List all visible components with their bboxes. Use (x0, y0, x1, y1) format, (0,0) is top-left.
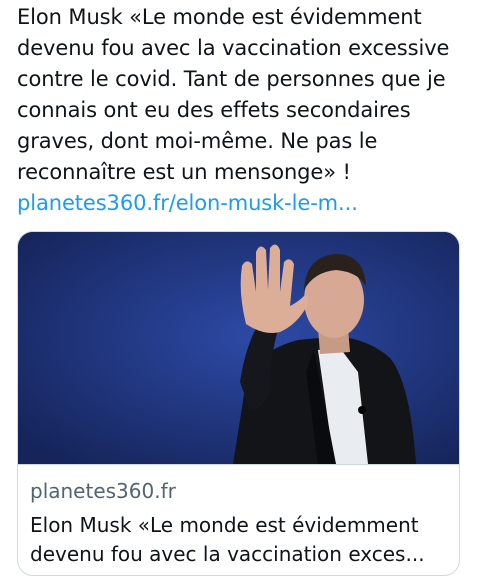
link-preview-card[interactable]: planetes360.fr Elon Musk «Le monde est é… (17, 231, 460, 576)
tweet-text-line: reconnaître est un mensonge» ! (17, 160, 351, 184)
tweet-text-line: Elon Musk «Le monde est évidemment (17, 5, 422, 29)
tweet-text-line: graves, dont moi-même. Ne pas le (17, 129, 378, 153)
card-title-line: devenu fou avec la vaccination exces... (30, 542, 425, 566)
tweet-text-line: devenu fou avec la vaccination excessive (17, 36, 450, 60)
card-meta[interactable]: planetes360.fr Elon Musk «Le monde est é… (18, 464, 459, 575)
card-title-line: Elon Musk «Le monde est évidemment (30, 513, 419, 537)
card-title: Elon Musk «Le monde est évidemment deven… (30, 511, 455, 569)
card-domain: planetes360.fr (30, 479, 176, 503)
tweet-text: Elon Musk «Le monde est évidemment deven… (17, 2, 477, 219)
tweet-text-line: connais ont eu des effets secondaires (17, 98, 411, 122)
tweet-link[interactable]: planetes360.fr/elon-musk-le-m... (17, 188, 477, 219)
card-image[interactable] (18, 232, 459, 464)
tweet-text-line: contre le covid. Tant de personnes que j… (17, 67, 446, 91)
person-waving-photo (18, 232, 459, 464)
